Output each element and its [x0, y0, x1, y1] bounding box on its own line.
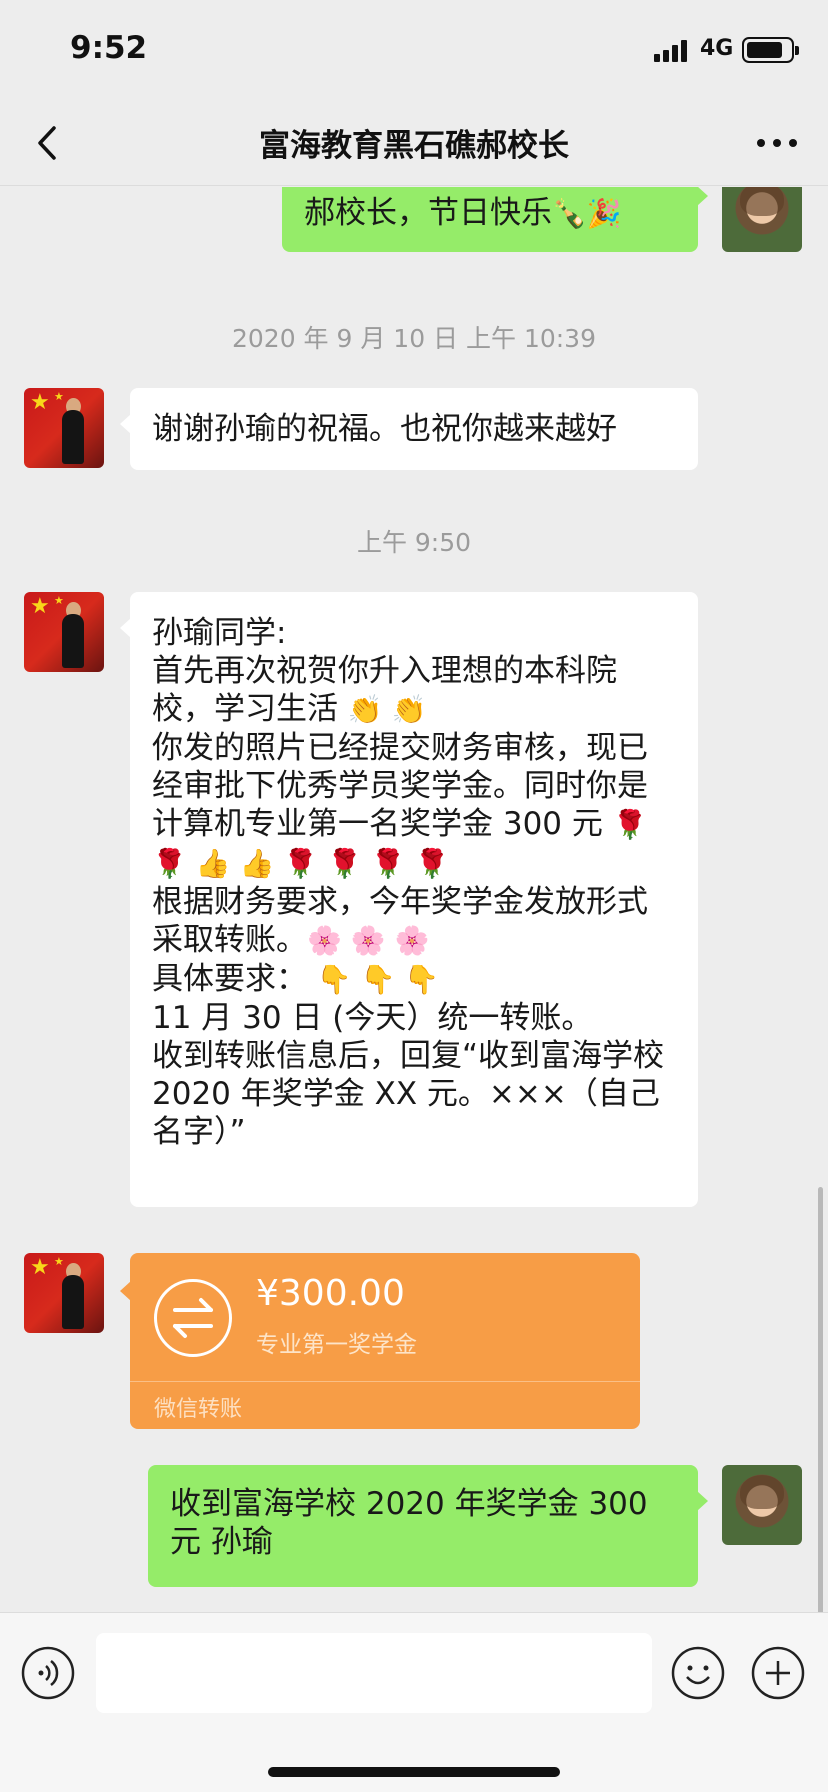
message-line: 首先再次祝贺你升入理想的本科院校，学习生活 👏 👏: [152, 652, 676, 729]
message-bubble-sent[interactable]: 收到富海学校 2020 年奖学金 300 元 孙瑜: [148, 1465, 708, 1587]
message-emoji: 🍾🎉: [552, 197, 622, 230]
more-button[interactable]: [752, 118, 802, 168]
transfer-card[interactable]: ¥300.00 专业第一奖学金 微信转账: [120, 1253, 640, 1429]
message-line: 收到转账信息后，回复“收到富海学校 2020 年奖学金 XX 元。×××（自己名…: [152, 1038, 665, 1150]
message-line: 孙瑜同学:: [152, 615, 287, 651]
message-text: 具体要求：: [152, 961, 307, 997]
input-bar: [0, 1612, 828, 1792]
contact-avatar[interactable]: ★ ★: [24, 1253, 104, 1333]
message-text: 收到富海学校 2020 年奖学金 300 元 孙瑜: [170, 1486, 648, 1560]
transfer-icon: [154, 1279, 232, 1357]
smiley-icon: [671, 1646, 725, 1700]
message-line: 根据财务要求，今年奖学金发放形式采取转账。🌸 🌸 🌸: [152, 883, 676, 960]
status-bar: 9:52 4G: [0, 0, 828, 98]
signal-icon: [654, 40, 690, 62]
chat-title: 富海教育黑石礁郝校长: [259, 128, 569, 164]
network-type: 4G: [700, 36, 734, 61]
chat-area[interactable]: 郝校长，节日快乐🍾🎉 2020 年 9 月 10 日 上午 10:39 ★ ★ 谢…: [0, 187, 828, 1612]
plus-button[interactable]: [750, 1645, 806, 1701]
more-icon: [757, 139, 797, 147]
nav-bar: 富海教育黑石礁郝校长: [0, 98, 828, 186]
point-down-emoji: 👇 👇 👇: [316, 963, 440, 996]
transfer-amount: ¥300.00: [256, 1273, 405, 1314]
contact-avatar[interactable]: ★ ★: [24, 388, 104, 468]
timestamp: 2020 年 9 月 10 日 上午 10:39: [231, 324, 596, 353]
message-text: 谢谢孙瑜的祝福。也祝你越来越好: [152, 411, 617, 447]
message-line: 你发的照片已经提交财务审核，现已经审批下优秀学员奖学金。同时你是计算机专业第一名…: [152, 729, 676, 883]
message-bubble-received[interactable]: 谢谢孙瑜的祝福。也祝你越来越好: [120, 388, 698, 470]
voice-button[interactable]: [20, 1645, 76, 1701]
home-indicator: [268, 1767, 560, 1777]
voice-icon: [21, 1646, 75, 1700]
user-avatar[interactable]: [722, 187, 802, 252]
clap-emoji: 👏 👏: [347, 693, 427, 726]
battery-icon: [742, 37, 799, 63]
emoji-button[interactable]: [670, 1645, 726, 1701]
message-text: 郝校长，节日快乐: [304, 195, 552, 231]
message-line: 具体要求： 👇 👇 👇: [152, 960, 676, 999]
divider: [130, 1381, 640, 1382]
message-text: 你发的照片已经提交财务审核，现已经审批下优秀学员奖学金。同时你是计算机专业第一名…: [152, 730, 648, 842]
scrollbar[interactable]: [818, 1187, 823, 1612]
plus-icon: [751, 1646, 805, 1700]
contact-avatar[interactable]: ★ ★: [24, 592, 104, 672]
timestamp: 上午 9:50: [356, 528, 472, 557]
message-bubble-received[interactable]: 孙瑜同学: 首先再次祝贺你升入理想的本科院校，学习生活 👏 👏 你发的照片已经提…: [120, 592, 698, 1207]
status-time: 9:52: [70, 30, 148, 66]
message-bubble-sent[interactable]: 郝校长，节日快乐🍾🎉: [282, 187, 708, 252]
flower-emoji: 🌸 🌸 🌸: [307, 924, 430, 957]
transfer-label: 微信转账: [154, 1397, 243, 1422]
transfer-description: 专业第一奖学金: [256, 1332, 417, 1358]
message-line: 11 月 30 日 (今天）统一转账。: [152, 1000, 593, 1036]
user-avatar[interactable]: [722, 1465, 802, 1545]
message-input[interactable]: [96, 1633, 652, 1713]
